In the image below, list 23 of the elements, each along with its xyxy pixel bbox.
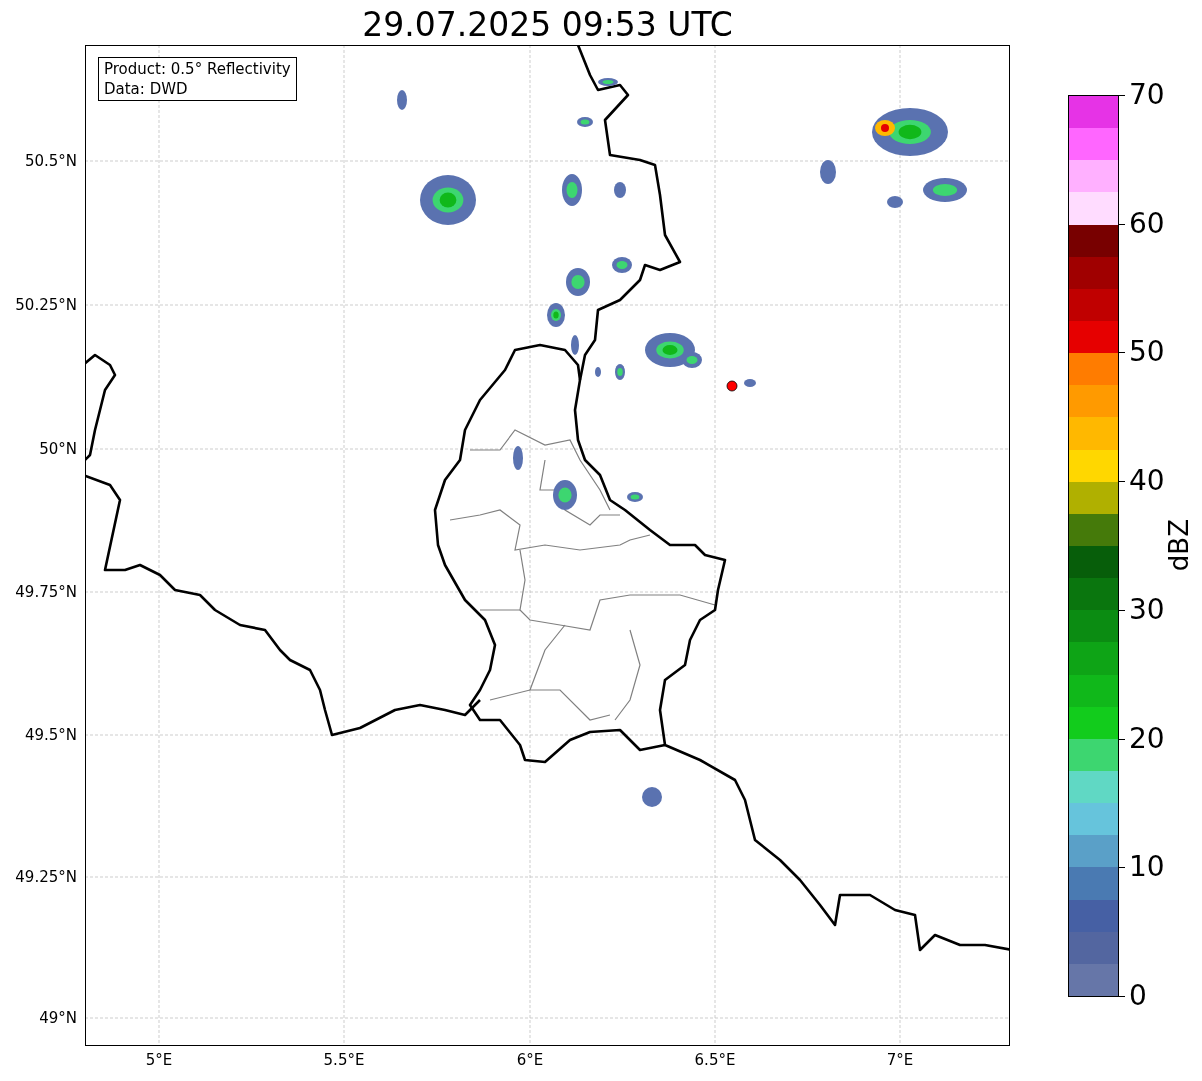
colorbar-label: dBZ [1164, 519, 1194, 572]
colorbar-tick-label: 20 [1129, 723, 1165, 754]
axis-tick-label: 49.5°N [24, 726, 77, 744]
colorbar-tick-label: 30 [1129, 594, 1165, 625]
colorbar-tick-label: 10 [1129, 852, 1165, 883]
axis-tick-label: 5.5°E [322, 1051, 366, 1069]
colorbar-tick-label: 40 [1129, 466, 1165, 497]
axis-tick-label: 50.25°N [15, 296, 77, 314]
axis-tick-label: 6.5°E [693, 1051, 737, 1069]
colorbar-tick-label: 50 [1129, 337, 1165, 368]
axis-tick-label: 49.75°N [15, 583, 77, 601]
colorbar-tick-label: 0 [1129, 981, 1147, 1011]
axis-tick-label: 50°N [39, 440, 77, 458]
axis-tick-label: 5°E [144, 1051, 174, 1069]
colorbar-tick-label: 60 [1129, 208, 1165, 239]
axis-tick-label: 49.25°N [15, 868, 77, 886]
axis-tick-label: 6°E [515, 1051, 545, 1069]
axis-tick-label: 49°N [39, 1009, 77, 1027]
axis-tick-label: 50.5°N [24, 152, 77, 170]
chart-title: 29.07.2025 09:53 UTC [362, 4, 733, 41]
colorbar-tick-label: 70 [1129, 80, 1165, 110]
axis-tick-label: 7°E [885, 1051, 915, 1069]
info-box: Product: 0.5° Reflectivity Data: DWD [98, 57, 297, 101]
